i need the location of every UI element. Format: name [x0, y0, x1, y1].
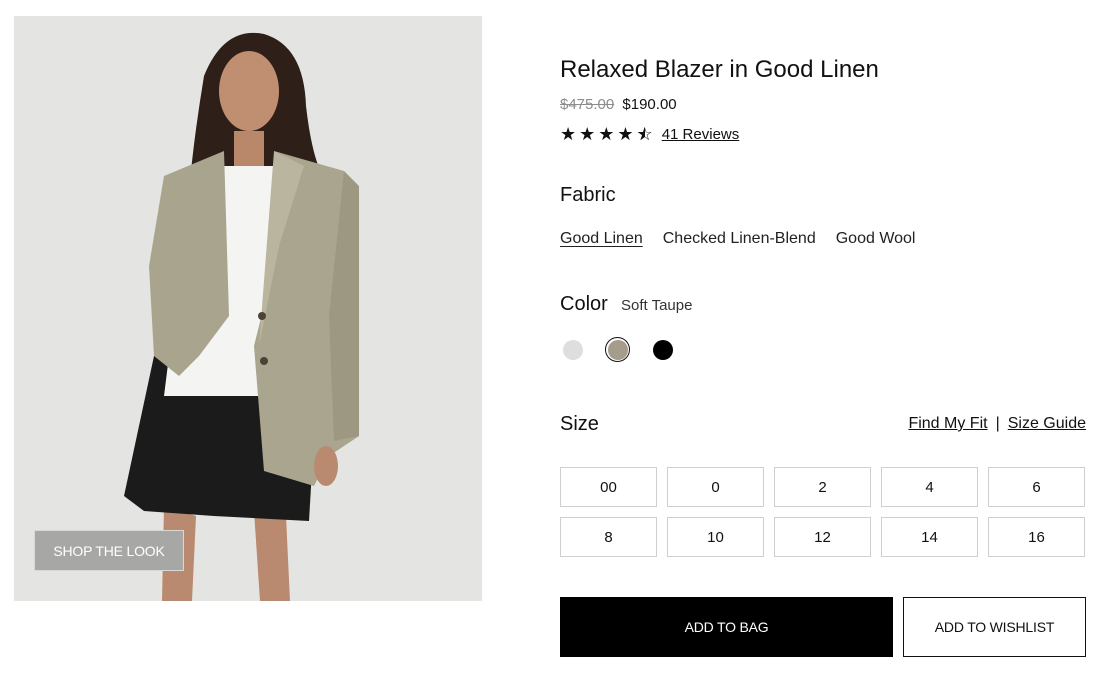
selected-color-name: Soft Taupe [621, 297, 693, 314]
star-half-icon: ☆★ [636, 124, 653, 144]
fabric-options: Good Linen Checked Linen-Blend Good Wool [560, 230, 915, 248]
star-full-icon: ★ [579, 124, 596, 144]
color-swatch[interactable] [605, 337, 630, 362]
size-option-button[interactable]: 14 [881, 517, 978, 557]
product-title: Relaxed Blazer in Good Linen [560, 56, 879, 83]
fabric-option[interactable]: Good Wool [836, 230, 916, 248]
original-price: $475.00 [560, 96, 615, 113]
size-grid: 00 0 2 4 6 8 10 12 14 16 [560, 467, 1086, 557]
rating-row: ★★★★☆★ 41 Reviews [560, 125, 739, 143]
color-swatches [560, 337, 675, 362]
add-to-bag-button[interactable]: ADD TO BAG [560, 597, 893, 657]
size-label: Size [560, 413, 599, 435]
model-photo-illustration [14, 16, 482, 601]
size-option-button[interactable]: 2 [774, 467, 871, 507]
fabric-label: Fabric [560, 184, 616, 206]
product-image[interactable] [14, 16, 482, 601]
size-option-button[interactable]: 4 [881, 467, 978, 507]
star-full-icon: ★ [598, 124, 615, 144]
size-option-button[interactable]: 6 [988, 467, 1085, 507]
color-swatch-fill [652, 339, 673, 360]
size-links: Find My Fit | Size Guide [908, 415, 1086, 433]
price-row: $475.00 $190.00 [560, 96, 677, 113]
size-option-button[interactable]: 12 [774, 517, 871, 557]
reviews-link[interactable]: 41 Reviews [662, 126, 740, 143]
color-swatch-fill [607, 339, 628, 360]
size-option-button[interactable]: 00 [560, 467, 657, 507]
color-swatch-fill [562, 339, 583, 360]
link-separator: | [995, 415, 1000, 432]
size-guide-link[interactable]: Size Guide [1008, 415, 1086, 433]
find-my-fit-link[interactable]: Find My Fit [908, 415, 987, 433]
star-rating: ★★★★☆★ [560, 125, 653, 143]
color-label: Color [560, 293, 608, 315]
sale-price: $190.00 [622, 96, 677, 113]
fabric-option[interactable]: Good Linen [560, 230, 643, 248]
size-option-button[interactable]: 0 [667, 467, 764, 507]
color-swatch[interactable] [560, 337, 585, 362]
shop-the-look-button[interactable]: SHOP THE LOOK [34, 530, 184, 571]
size-option-button[interactable]: 8 [560, 517, 657, 557]
size-option-button[interactable]: 10 [667, 517, 764, 557]
star-full-icon: ★ [617, 124, 634, 144]
fabric-option[interactable]: Checked Linen-Blend [663, 230, 816, 248]
add-to-wishlist-button[interactable]: ADD TO WISHLIST [903, 597, 1086, 657]
color-swatch[interactable] [650, 337, 675, 362]
size-option-button[interactable]: 16 [988, 517, 1085, 557]
star-full-icon: ★ [560, 124, 577, 144]
